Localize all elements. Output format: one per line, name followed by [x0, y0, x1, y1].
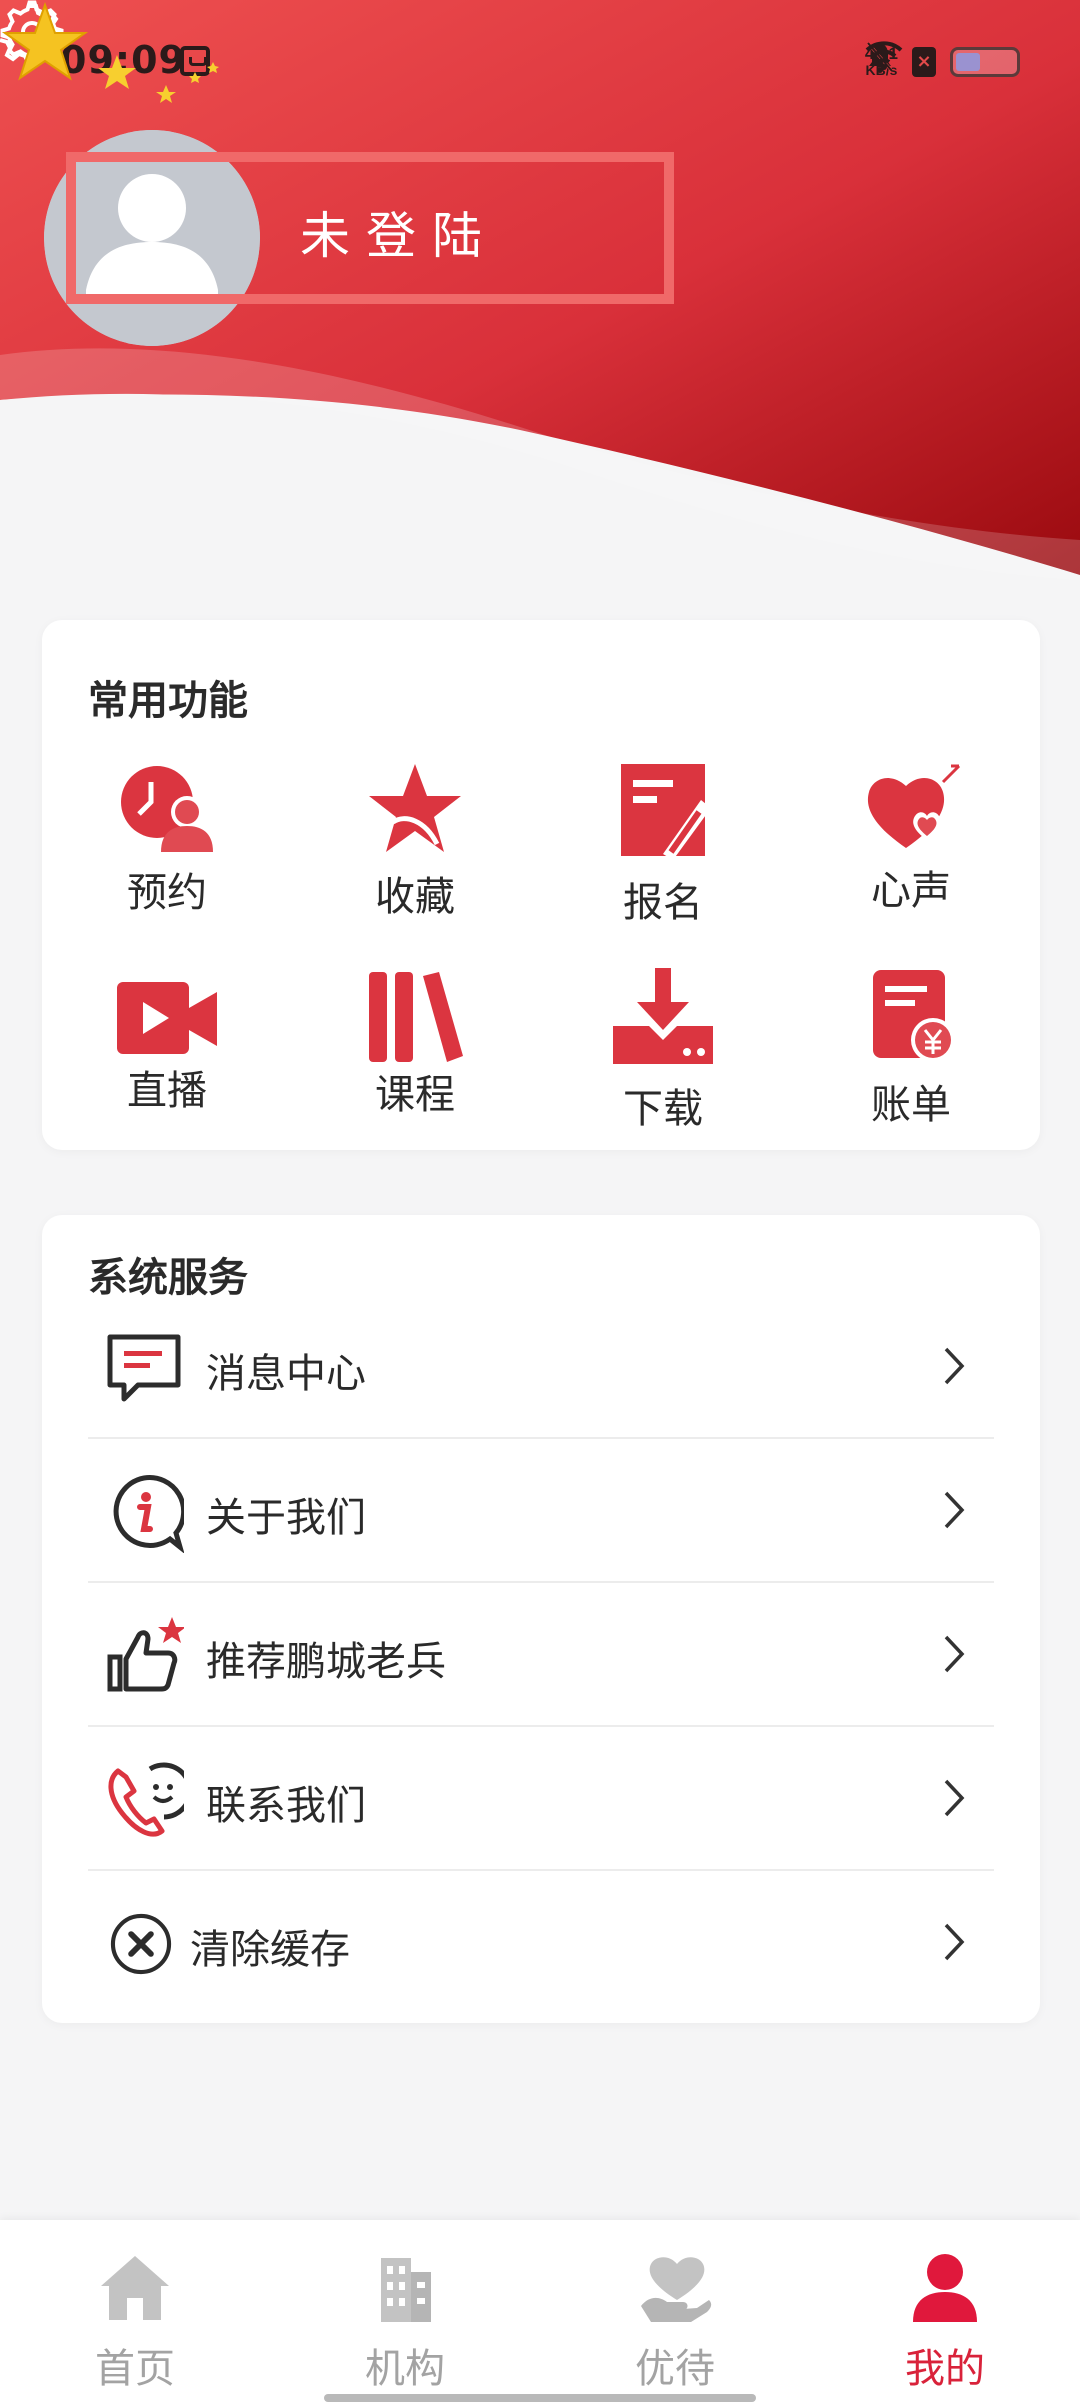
status-indicators: 42.1 KB/s ×: [865, 40, 1020, 84]
function-signup[interactable]: 报名: [563, 760, 763, 930]
chevron-right-icon: [944, 1635, 965, 1673]
user-icon: [913, 2254, 977, 2322]
service-about-us[interactable]: 关于我们: [88, 1439, 994, 1583]
function-live[interactable]: 直播: [67, 968, 267, 1138]
thumbs-up-icon: [107, 1617, 184, 1692]
function-voice-label: 心声: [871, 868, 951, 914]
bottom-navigation: 首页 机构 优待 我的: [0, 2220, 1080, 2408]
nav-benefits[interactable]: 优待: [540, 2220, 810, 2408]
wifi-icon: [865, 41, 903, 70]
phone-icon: [108, 1762, 184, 1837]
live-video-icon: [117, 982, 217, 1054]
service-clear-cache[interactable]: 清除缓存: [88, 1871, 994, 2015]
building-icon: [381, 2258, 431, 2322]
nav-institutions-label: 机构: [365, 2346, 445, 2392]
service-clear-cache-label: 清除缓存: [190, 1927, 350, 1973]
heart-voice-icon: [867, 764, 961, 848]
bill-icon: [873, 970, 955, 1062]
service-contact-us-label: 联系我们: [206, 1783, 366, 1829]
function-courses-label: 课程: [375, 1072, 455, 1118]
function-bill[interactable]: 账单: [811, 968, 1011, 1138]
nav-mine[interactable]: 我的: [810, 2220, 1080, 2408]
function-live-label: 直播: [127, 1068, 207, 1114]
common-functions-title: 常用功能: [88, 678, 248, 724]
function-signup-label: 报名: [623, 880, 703, 926]
service-contact-us[interactable]: 联系我们: [88, 1727, 994, 1871]
no-sim-icon: ×: [912, 47, 936, 77]
service-recommend[interactable]: 推荐鹏城老兵: [88, 1583, 994, 1727]
home-icon: [101, 2256, 169, 2320]
decorative-stars: [1, 2, 219, 103]
chevron-right-icon: [944, 1491, 965, 1529]
profile-page: 09:09 42.1 KB/s ×: [0, 0, 1080, 2408]
profile-header: 09:09 42.1 KB/s ×: [0, 0, 1080, 620]
login-status-text[interactable]: 未登陆: [300, 196, 498, 268]
service-message-center-label: 消息中心: [206, 1351, 366, 1397]
system-services-card: 系统服务 消息中心 关于我们 推荐鹏城老兵 联系我们 清除缓存: [42, 1215, 1040, 2023]
nav-institutions[interactable]: 机构: [270, 2220, 540, 2408]
function-voice[interactable]: 心声: [811, 760, 1011, 930]
chevron-right-icon: [944, 1779, 965, 1817]
function-appointment-label: 预约: [127, 870, 207, 916]
chevron-right-icon: [944, 1923, 965, 1961]
function-download-label: 下载: [623, 1086, 703, 1132]
appointment-icon: [121, 766, 213, 852]
function-courses[interactable]: 课程: [315, 968, 515, 1138]
chevron-right-icon: [944, 1347, 965, 1385]
course-books-icon: [369, 972, 463, 1062]
signup-form-icon: [621, 764, 711, 860]
service-message-center[interactable]: 消息中心: [88, 1295, 994, 1439]
nav-home-label: 首页: [95, 2346, 175, 2392]
function-bill-label: 账单: [871, 1082, 951, 1128]
home-indicator[interactable]: [324, 2394, 756, 2402]
clear-cache-icon: [110, 1913, 172, 1975]
service-recommend-label: 推荐鹏城老兵: [206, 1639, 446, 1685]
function-download[interactable]: 下载: [563, 968, 763, 1138]
download-icon: [613, 968, 713, 1064]
care-heart-icon: [641, 2257, 712, 2322]
service-about-us-label: 关于我们: [206, 1495, 366, 1541]
nav-home[interactable]: 首页: [0, 2220, 270, 2408]
nav-benefits-label: 优待: [635, 2346, 715, 2392]
function-favorite-label: 收藏: [375, 874, 455, 920]
info-icon: [113, 1475, 184, 1553]
message-icon: [107, 1334, 181, 1402]
nav-mine-label: 我的: [905, 2346, 985, 2392]
function-appointment[interactable]: 预约: [67, 760, 267, 930]
function-favorite[interactable]: 收藏: [315, 760, 515, 930]
common-functions-card: 常用功能 预约 收藏 报名 心声 直播 课程 下载 账单: [42, 620, 1040, 1150]
favorite-star-icon: [369, 764, 461, 852]
battery-icon: [950, 47, 1020, 77]
